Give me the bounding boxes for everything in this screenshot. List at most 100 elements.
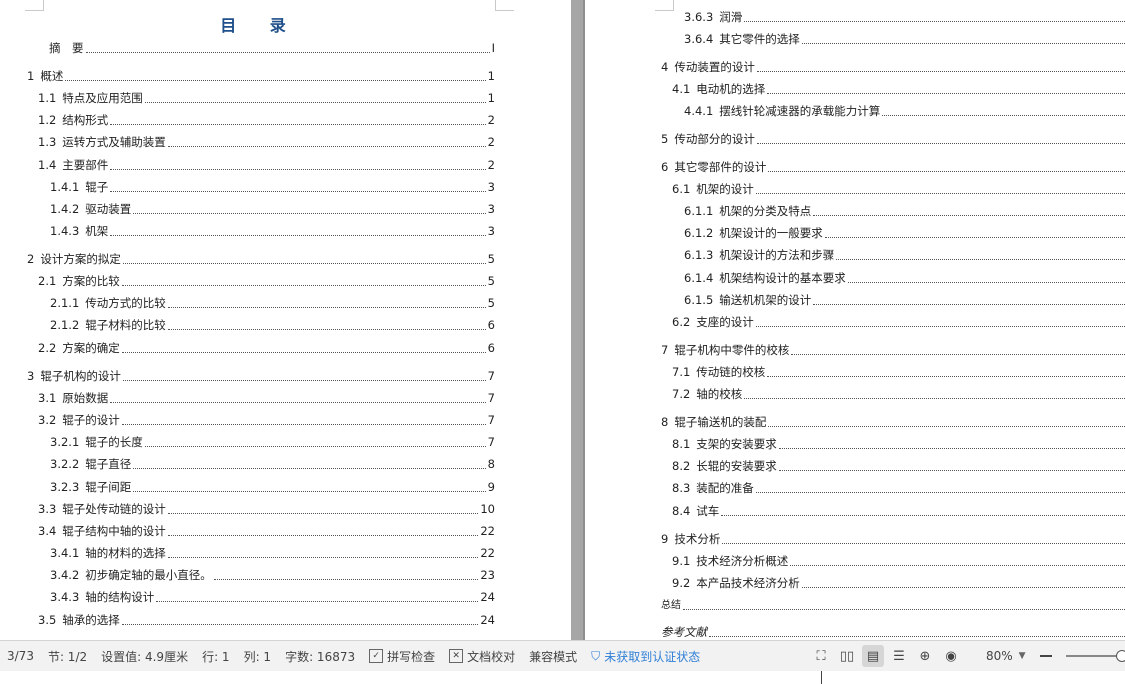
document-page-left[interactable]: 目 录 摘 要 I 1 概述 1 1.1 特点及应用范围 1 1.2 结构形式 2 1.3 运转方式及辅… (0, 0, 571, 640)
eye-protection-icon[interactable]: ◉ (940, 645, 962, 667)
toc-entry[interactable]: 3.4 辊子结构中轴的设计 22 (38, 524, 495, 539)
toc-entry[interactable]: 6.1.2 机架设计的一般要求 (684, 226, 1125, 241)
toc-entry[interactable]: 9 技术分析 (661, 532, 1125, 547)
toc-entry-number: 3.4.2 (50, 568, 80, 582)
toc-entry-number: 3.4 (38, 524, 57, 538)
page-counter[interactable]: 3/73 (0, 649, 41, 663)
toc-leader-dots (167, 525, 479, 536)
toc-entry[interactable]: 7.1 传动链的校核 (672, 365, 1125, 380)
toc-entry[interactable]: 4.4.1 摆线针轮减速器的承载能力计算 (684, 104, 1125, 119)
toc-entry[interactable]: 1.4 主要部件 2 (38, 158, 495, 173)
toc-entry-label: 其它零部件的设计 (674, 160, 767, 174)
toc-entry[interactable]: 1.3 运转方式及辅助装置 2 (38, 135, 495, 150)
toc-entry[interactable]: 6.1.3 机架设计的方法和步骤 (684, 248, 1125, 263)
toc-entry-number: 2.1.1 (50, 296, 80, 310)
toc-leader-dots (882, 105, 1125, 116)
toc-entry[interactable]: 3 辊子机构的设计 7 (27, 369, 495, 384)
page-view-icon[interactable]: ▤ (862, 645, 884, 667)
toc-entry-number: 4.1 (672, 82, 691, 96)
toc-entry[interactable]: 3.2.2 辊子直径 8 (50, 457, 495, 472)
toc-entry[interactable]: 1.1 特点及应用范围 1 (38, 91, 495, 106)
toc-entry[interactable]: 7 辊子机构中零件的校核 (661, 343, 1125, 358)
zoom-out-icon[interactable] (1039, 655, 1052, 657)
toc-entry[interactable]: 6.1 机架的设计 (672, 182, 1125, 197)
toc-entry[interactable]: 参考文献 (661, 625, 1125, 640)
toc-entry[interactable]: 8.4 试车 (672, 504, 1125, 519)
toc-leader-dots (110, 225, 486, 236)
doc-proof-button[interactable]: ✕ 文档校对 (442, 648, 522, 665)
row-indicator[interactable]: 行: 1 (195, 648, 237, 665)
toc-entry[interactable]: 1.4.2 驱动装置 3 (50, 202, 495, 217)
toc-entry[interactable]: 3.1 原始数据 7 (38, 391, 495, 406)
toc-entry[interactable]: 3.2.1 辊子的长度 7 (50, 435, 495, 450)
toc-leader-dots (85, 42, 490, 53)
toc-entry-label: 特点及应用范围 (62, 91, 143, 105)
col-indicator[interactable]: 列: 1 (237, 648, 279, 665)
toc-entry[interactable]: 总结 (661, 598, 1125, 613)
toc-entry[interactable]: 2 设计方案的拟定 5 (27, 252, 495, 267)
toc-entry[interactable]: 1.4.1 辊子 3 (50, 180, 495, 195)
toc-entry[interactable]: 6 其它零部件的设计 (661, 160, 1125, 175)
zoom-slider-handle[interactable] (1115, 650, 1125, 662)
toc-entry[interactable]: 3.3 辊子处传动链的设计 10 (38, 502, 495, 517)
zoom-slider[interactable] (1065, 650, 1125, 662)
toc-entry[interactable]: 3.6.4 其它零件的选择 (684, 32, 1125, 47)
toc-entry[interactable]: 2.2 方案的确定 6 (38, 341, 495, 356)
toc-entry[interactable]: 3.4.3 轴的结构设计 24 (50, 590, 495, 605)
toc-entry[interactable]: 3.4.1 轴的材料的选择 22 (50, 546, 495, 561)
toc-entry-label: 辊子输送机的装配 (674, 415, 767, 429)
toc-entry[interactable]: 8.1 支架的安装要求 (672, 437, 1125, 452)
toc-entry[interactable]: 1 概述 1 (27, 69, 495, 84)
toc-entry[interactable]: 9.2 本产品技术经济分析 (672, 576, 1125, 591)
toc-entry-label: 轴的结构设计 (85, 590, 155, 604)
toc-entry[interactable]: 4.1 电动机的选择 (672, 82, 1125, 97)
outline-view-icon[interactable]: ☰ (888, 645, 910, 667)
chevron-down-icon[interactable]: ▼ (1019, 651, 1026, 661)
toc-entry-label: 传动链的校核 (696, 365, 766, 379)
word-count[interactable]: 字数: 16873 (278, 648, 362, 665)
toc-entry[interactable]: 6.1.4 机架结构设计的基本要求 (684, 271, 1125, 286)
toc-entry-page: 9 (487, 480, 495, 494)
toc-entry[interactable]: 5 传动部分的设计 (661, 132, 1125, 147)
toc-entry-page: 3 (487, 224, 495, 238)
toc-entry[interactable]: 6.1.1 机架的分类及特点 (684, 204, 1125, 219)
toc-entry-number: 7.2 (672, 387, 691, 401)
toc-entry[interactable]: 9.1 技术经济分析概述 (672, 554, 1125, 569)
toc-leader-dots (121, 414, 486, 425)
toc-entry[interactable]: 3.2.3 辊子间距 9 (50, 480, 495, 495)
toc-leader-dots (110, 392, 486, 403)
section-indicator[interactable]: 节: 1/2 (41, 648, 94, 665)
cert-status-button[interactable]: ⛉ 未获取到认证状态 (584, 648, 707, 665)
toc-entry[interactable]: 3.4.2 初步确定轴的最小直径。 23 (50, 568, 495, 583)
toc-entry[interactable]: 8.3 装配的准备 (672, 481, 1125, 496)
toc-entry[interactable]: 8 辊子输送机的装配 (661, 415, 1125, 430)
toc-entry-label: 润滑 (719, 10, 743, 24)
toc-entry[interactable]: 2.1.2 辊子材料的比较 6 (50, 318, 495, 333)
toc-entry[interactable]: 1.2 结构形式 2 (38, 113, 495, 128)
reading-mode-icon[interactable]: ▯▯ (836, 645, 858, 667)
toc-entry[interactable]: 7.2 轴的校核 (672, 387, 1125, 402)
toc-entry-label: 方案的比较 (62, 274, 120, 288)
toc-entry-number: 1.1 (38, 91, 57, 105)
toc-entry[interactable]: 2.1 方案的比较 5 (38, 274, 495, 289)
toc-entry[interactable]: 8.2 长辊的安装要求 (672, 459, 1125, 474)
page-corner-mark (495, 0, 514, 11)
web-view-icon[interactable]: ⊕ (914, 645, 936, 667)
toc-entry[interactable]: 6.1.5 输送机机架的设计 (684, 293, 1125, 308)
toc-entry-label: 本产品技术经济分析 (696, 576, 800, 590)
setting-value[interactable]: 设置值: 4.9厘米 (94, 648, 195, 665)
toc-entry[interactable]: 2.1.1 传动方式的比较 5 (50, 296, 495, 311)
toc-entry[interactable]: 摘 要I (49, 41, 495, 56)
spell-check-button[interactable]: ✓ 拼写检查 (362, 648, 442, 665)
zoom-level[interactable]: 80% (986, 649, 1013, 663)
toc-entry[interactable]: 1.4.3 机架 3 (50, 224, 495, 239)
toc-entry[interactable]: 6.2 支座的设计 (672, 315, 1125, 330)
toc-entry[interactable]: 4 传动装置的设计 (661, 60, 1125, 75)
toc-leader-dots (801, 33, 1125, 44)
toc-leader-dots (122, 253, 486, 264)
toc-entry[interactable]: 3.2 辊子的设计 7 (38, 413, 495, 428)
toc-entry[interactable]: 3.5 轴承的选择 24 (38, 613, 495, 628)
fullscreen-icon[interactable]: ⛶ (810, 645, 832, 667)
document-page-right[interactable]: 3.6.3 润滑 3.6.4 其它零件的选择 4 传动装置的设计 4.1 电动机的选择 4.4.… (585, 0, 1125, 640)
toc-entry[interactable]: 3.6.3 润滑 (684, 10, 1125, 25)
